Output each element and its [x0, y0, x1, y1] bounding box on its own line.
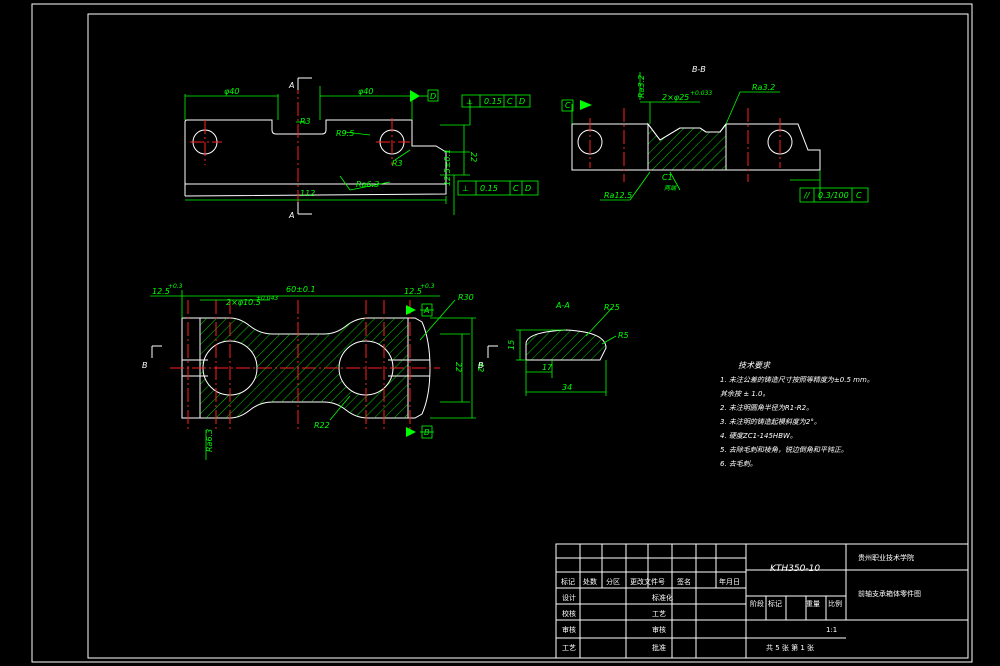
roughness-ra6-3-plan: Ra6.3 [205, 429, 214, 452]
row-craft: 工艺 [562, 644, 576, 652]
roughness-ra6-3: Ra6.3 [356, 180, 379, 189]
section-b-b [561, 72, 869, 203]
hole-tol-phi25: +0.033 [690, 90, 712, 97]
dim-17-aa: 17 [542, 363, 553, 372]
tol-12-5-left: +0.3 [168, 283, 183, 290]
tech-req-item-3: 3. 未注明的铸造起模斜度为2°。 [720, 418, 821, 426]
dim-phi40-left: φ40 [224, 87, 239, 96]
parallel-tol-bb-ref: C [856, 191, 862, 200]
part-name: 前轴支承箱体零件图 [858, 589, 921, 598]
row-design: 设计 [562, 593, 576, 602]
tech-req-title: 技术要求 [738, 361, 771, 370]
perp-tol-value: 0.15 [480, 184, 498, 193]
datum-d-label: D [430, 92, 436, 101]
radius-r22: R22 [314, 421, 330, 430]
tech-req-item-1: 1. 未注公差的铸造尺寸按照等精度为±0.5 mm。 [720, 376, 874, 384]
radius-r30: R30 [458, 293, 474, 302]
section-marker-b-right: B [478, 361, 484, 370]
roughness-ra3-2-left: Ra3.2 [637, 75, 646, 98]
outer-border [31, 3, 973, 663]
tech-req-item-6: 6. 去毛刺。 [720, 460, 757, 468]
th-doc-no: 更改文件号 [630, 577, 665, 586]
dim-22-height: 22 [469, 152, 478, 162]
th-scale: 比例 [828, 599, 842, 608]
dim-15-aa: 15 [507, 340, 516, 350]
radius-r3-mid: R3 [392, 159, 403, 168]
th-stage: 阶段 [750, 599, 764, 608]
plan-view [150, 290, 498, 460]
row-standard: 标准化 [652, 593, 673, 602]
roughness-ra3-2-right: Ra3.2 [752, 83, 775, 92]
row-process: 工艺 [652, 610, 666, 618]
parallel-symbol-bb: // [803, 191, 811, 200]
row-check: 校核 [562, 609, 576, 618]
perp-tol-symbol: ⊥ [462, 184, 469, 193]
row-review: 审核 [562, 625, 576, 634]
radius-r5: R5 [618, 331, 629, 340]
parallel-tol-ref-d: D [519, 97, 525, 106]
section-marker-a-top: A [288, 81, 294, 90]
chamfer-c1-note: 两端 [664, 184, 677, 192]
datum-c-label: C [565, 101, 571, 110]
drawing-number: KTH350-10 [770, 564, 820, 574]
perp-tol-ref-c: C [513, 184, 519, 193]
hole-tol-phi10-5: +0.043 [256, 295, 278, 302]
th-count: 处数 [583, 577, 597, 586]
th-mark: 标记 [561, 577, 575, 586]
cad-drawing: A A φ40 φ40 D ⊥ 0.15 C D R3 R9.5 R3 22 R… [31, 3, 973, 663]
tech-req-item-1b: 其余按 ± 1.0。 [720, 390, 769, 398]
section-title-a-a: A-A [555, 301, 570, 310]
th-sign: 签名 [677, 577, 691, 586]
row-approve: 批准 [652, 643, 666, 652]
roughness-ra12-5: Ra12.5 [604, 191, 632, 200]
th-weight: 重量 [806, 600, 820, 608]
dim-12-5: 12.5±0.1 [443, 149, 452, 186]
radius-r9-5: R9.5 [336, 129, 354, 138]
chamfer-c1: C1 [662, 173, 673, 182]
datum-a-label: A [423, 306, 429, 315]
parallel-tol-ref-c: C [507, 97, 513, 106]
hole-dim-2x-phi25: 2×φ25 [662, 93, 689, 102]
tech-req-item-5: 5. 去除毛刺和棱角，锐边倒角和平钝正。 [720, 446, 848, 454]
section-marker-b-left: B [142, 361, 148, 370]
parallel-tol-symbol: ⊥ [466, 97, 473, 106]
section-title-b-b: B-B [692, 65, 706, 74]
tol-12-5-right: +0.3 [420, 283, 435, 290]
tech-req-item-4: 4. 硬度ZC1-145HBW。 [720, 432, 797, 440]
radius-r3-top: R3 [300, 117, 311, 126]
school-name: 贵州职业技术学院 [858, 553, 914, 562]
scale-value: 1:1 [826, 626, 837, 634]
dim-22-plan: 22 [454, 362, 463, 372]
dim-60: 60±0.1 [286, 285, 316, 294]
dim-112-length: 112 [300, 189, 315, 198]
parallel-tol-value: 0.15 [484, 97, 502, 106]
th-date: 年月日 [719, 577, 740, 586]
perp-tol-ref-d: D [525, 184, 531, 193]
datum-b-label: B [424, 428, 430, 437]
sheet-count: 共 5 张 第 1 张 [766, 643, 814, 652]
th-marks: 标记 [768, 599, 782, 608]
dim-phi40-right: φ40 [358, 87, 373, 96]
radius-r25: R25 [604, 303, 620, 312]
dim-34-aa: 34 [562, 383, 572, 392]
tech-req-item-2: 2. 未注明圆角半径为R1-R2。 [720, 404, 813, 412]
row-audit: 审核 [652, 625, 666, 634]
parallel-tol-bb: 0.3/100 [818, 191, 849, 200]
section-marker-a-bottom: A [288, 211, 294, 220]
th-zone: 分区 [606, 577, 620, 586]
